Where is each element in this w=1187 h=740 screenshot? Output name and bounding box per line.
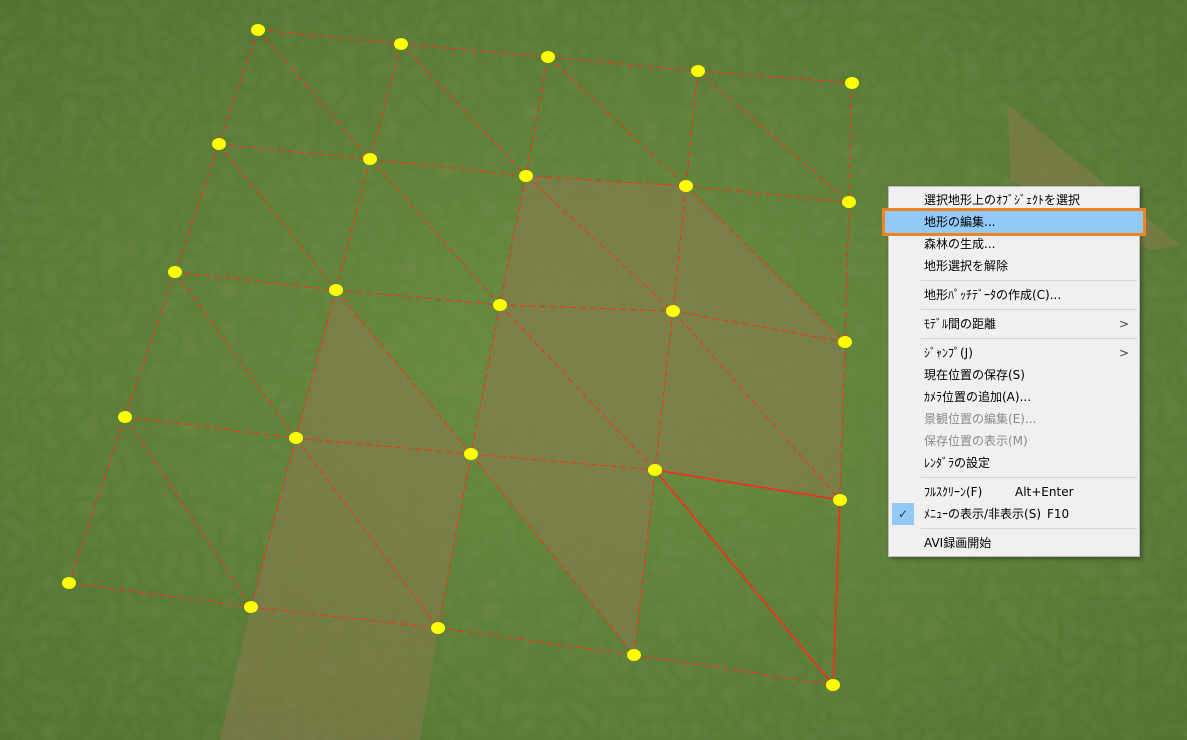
label: ｶﾒﾗ位置の追加(A)... — [924, 390, 1032, 404]
check-icon: ✓ — [892, 503, 914, 525]
label: ﾓﾃﾞﾙ間の距離 — [924, 317, 997, 331]
control-point-handle[interactable] — [679, 180, 693, 192]
control-point-handle[interactable] — [62, 577, 76, 589]
menu-item-edit-view-position: 景観位置の編集(E)... — [889, 408, 1139, 430]
menu-item-create-patch-data[interactable]: 地形ﾊﾟｯﾁﾃﾞｰﾀの作成(C)... — [889, 284, 1139, 306]
control-point-handle[interactable] — [627, 649, 641, 661]
menu-item-model-distance[interactable]: ﾓﾃﾞﾙ間の距離 > — [889, 313, 1139, 335]
shortcut: Alt+Enter — [1015, 485, 1074, 499]
label: ﾒﾆｭｰの表示/非表示(S) — [924, 507, 1042, 521]
menu-item-start-avi-recording[interactable]: AVI録画開始 — [889, 532, 1139, 554]
menu-item-jump[interactable]: ｼﾞｬﾝﾌﾟ(J) > — [889, 342, 1139, 364]
menu-item-save-position[interactable]: 現在位置の保存(S) — [889, 364, 1139, 386]
label: 景観位置の編集(E)... — [924, 412, 1037, 426]
control-point-handle[interactable] — [666, 305, 680, 317]
label: 選択地形上のｵﾌﾞｼﾞｪｸﾄを選択 — [924, 193, 1081, 207]
menu-item-edit-terrain[interactable]: 地形の編集... — [882, 208, 1146, 236]
label: 森林の生成... — [924, 237, 996, 251]
menu-item-generate-forest[interactable]: 森林の生成... — [889, 233, 1139, 255]
control-point-handle[interactable] — [845, 77, 859, 89]
menu-separator — [921, 338, 1137, 339]
control-point-handle[interactable] — [648, 464, 662, 476]
menu-item-fullscreen[interactable]: ﾌﾙｽｸﾘｰﾝ(F) Alt+Enter — [889, 481, 1139, 503]
shortcut: F10 — [1047, 507, 1070, 521]
control-point-handle[interactable] — [394, 38, 408, 50]
menu-separator — [921, 309, 1137, 310]
label: ﾌﾙｽｸﾘｰﾝ(F) — [924, 485, 983, 499]
context-menu: 選択地形上のｵﾌﾞｼﾞｪｸﾄを選択 地形の編集... 森林の生成... 地形選択… — [882, 186, 1146, 557]
label: 保存位置の表示(M) — [924, 434, 1028, 448]
control-point-handle[interactable] — [826, 679, 840, 691]
control-point-handle[interactable] — [842, 196, 856, 208]
label: ﾚﾝﾀﾞﾗの設定 — [924, 456, 991, 470]
control-point-handle[interactable] — [833, 494, 847, 506]
control-point-handle[interactable] — [541, 51, 555, 63]
submenu-arrow-icon: > — [1118, 317, 1129, 331]
menu-item-deselect-terrain[interactable]: 地形選択を解除 — [889, 255, 1139, 277]
submenu-arrow-icon: > — [1118, 346, 1129, 360]
label: 地形の編集... — [924, 215, 996, 229]
control-point-handle[interactable] — [329, 284, 343, 296]
control-point-handle[interactable] — [289, 432, 303, 444]
menu-item-renderer-settings[interactable]: ﾚﾝﾀﾞﾗの設定 — [889, 452, 1139, 474]
control-point-handle[interactable] — [838, 336, 852, 348]
label: 地形ﾊﾟｯﾁﾃﾞｰﾀの作成(C)... — [924, 288, 1062, 302]
menu-item-add-camera[interactable]: ｶﾒﾗ位置の追加(A)... — [889, 386, 1139, 408]
label: ｼﾞｬﾝﾌﾟ(J) — [924, 346, 973, 360]
control-point-handle[interactable] — [118, 411, 132, 423]
menu-item-show-saved-positions: 保存位置の表示(M) — [889, 430, 1139, 452]
control-point-handle[interactable] — [363, 153, 377, 165]
menu-separator — [921, 477, 1137, 478]
control-point-handle[interactable] — [212, 138, 226, 150]
control-point-handle[interactable] — [464, 448, 478, 460]
control-point-handle[interactable] — [251, 24, 265, 36]
label: 地形選択を解除 — [924, 259, 1009, 273]
menu-separator — [921, 280, 1137, 281]
menu-item-select-objects[interactable]: 選択地形上のｵﾌﾞｼﾞｪｸﾄを選択 — [889, 189, 1139, 211]
label: 現在位置の保存(S) — [924, 368, 1025, 382]
label: AVI録画開始 — [924, 536, 992, 550]
control-point-handle[interactable] — [244, 601, 258, 613]
menu-separator — [921, 528, 1137, 529]
control-point-handle[interactable] — [493, 299, 507, 311]
control-point-handle[interactable] — [168, 266, 182, 278]
control-point-handle[interactable] — [431, 622, 445, 634]
control-point-handle[interactable] — [519, 170, 533, 182]
menu-item-toggle-menu[interactable]: ✓ ﾒﾆｭｰの表示/非表示(S) F10 — [889, 503, 1139, 525]
control-point-handle[interactable] — [691, 65, 705, 77]
